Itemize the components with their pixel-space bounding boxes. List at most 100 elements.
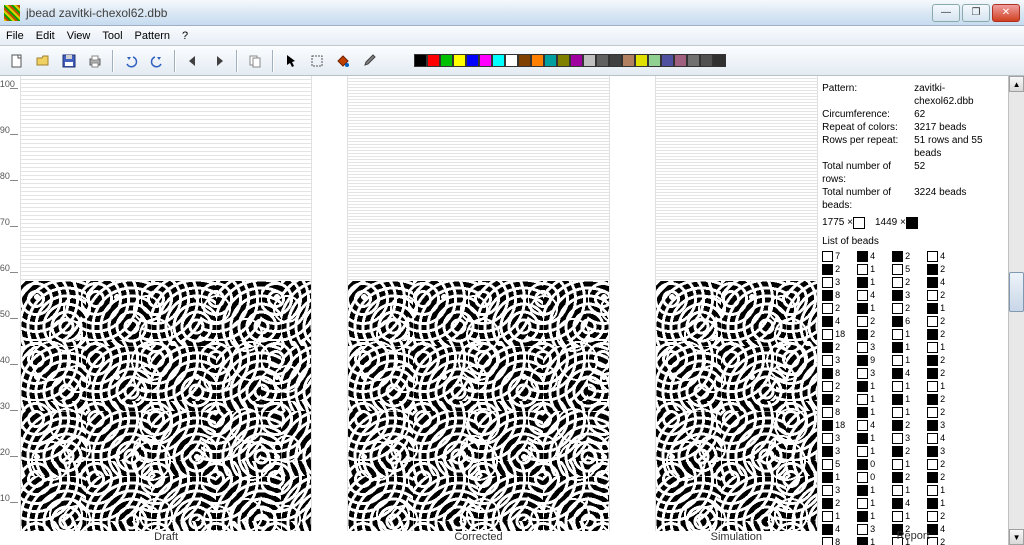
menu-file[interactable]: File — [6, 30, 24, 42]
bead-color-icon — [927, 485, 938, 496]
corrected-canvas[interactable] — [347, 76, 610, 531]
bead-color-icon — [822, 316, 833, 327]
palette-swatch-17[interactable] — [635, 54, 648, 67]
palette-swatch-8[interactable] — [518, 54, 531, 67]
palette-swatch-7[interactable] — [505, 54, 518, 67]
palette-swatch-14[interactable] — [596, 54, 609, 67]
palette-swatch-4[interactable] — [466, 54, 479, 67]
bead-list-header: List of beads — [822, 235, 1004, 248]
next-button[interactable] — [208, 50, 230, 72]
palette-swatch-3[interactable] — [453, 54, 466, 67]
bead-list-item: 2 — [927, 354, 954, 367]
bead-list-item: 4 — [927, 432, 954, 445]
bead-count: 1 — [905, 380, 919, 393]
menu-tool[interactable]: Tool — [102, 30, 122, 42]
bead-color-icon — [892, 433, 903, 444]
bead-color-icon — [822, 420, 833, 431]
palette-swatch-9[interactable] — [531, 54, 544, 67]
bead-count: 4 — [940, 276, 954, 289]
minimize-button[interactable]: — — [932, 4, 960, 22]
print-button[interactable] — [84, 50, 106, 72]
draft-canvas[interactable] — [20, 76, 313, 531]
palette-swatch-19[interactable] — [661, 54, 674, 67]
scroll-down-button[interactable]: ▼ — [1009, 529, 1024, 545]
totbeads-label: Total number of beads: — [822, 186, 914, 212]
color-swatch-icon — [906, 217, 918, 229]
maximize-button[interactable]: ❐ — [962, 4, 990, 22]
bead-list-item: 3 — [927, 419, 954, 432]
bead-color-icon — [857, 511, 868, 522]
bead-color-icon — [892, 355, 903, 366]
menu-edit[interactable]: Edit — [36, 30, 55, 42]
bead-list-item: 3 — [822, 354, 849, 367]
bead-color-icon — [892, 511, 903, 522]
bead-count: 2 — [905, 276, 919, 289]
copy-button[interactable] — [244, 50, 266, 72]
bead-count: 3 — [835, 484, 849, 497]
ruler-mark: 70 — [10, 226, 18, 227]
bead-list-item: 1 — [857, 510, 884, 523]
open-button[interactable] — [32, 50, 54, 72]
prev-button[interactable] — [182, 50, 204, 72]
vertical-scrollbar[interactable]: ▲ ▼ — [1008, 76, 1024, 545]
bead-color-icon — [822, 459, 833, 470]
bead-color-icon — [857, 420, 868, 431]
bead-count: 1 — [905, 484, 919, 497]
palette-swatch-18[interactable] — [648, 54, 661, 67]
menu-view[interactable]: View — [67, 30, 91, 42]
bead-list-item: 1 — [822, 471, 849, 484]
palette-swatch-23[interactable] — [713, 54, 726, 67]
undo-button[interactable] — [120, 50, 142, 72]
ruler-mark: 10 — [10, 502, 18, 503]
bead-color-icon — [927, 394, 938, 405]
bead-color-icon — [857, 290, 868, 301]
palette-swatch-16[interactable] — [622, 54, 635, 67]
bead-color-icon — [927, 511, 938, 522]
scroll-thumb[interactable] — [1009, 272, 1024, 312]
bead-list-item: 2 — [892, 471, 919, 484]
palette-swatch-11[interactable] — [557, 54, 570, 67]
simulation-canvas[interactable] — [655, 76, 819, 531]
bead-count: 2 — [940, 458, 954, 471]
palette-swatch-12[interactable] — [570, 54, 583, 67]
pointer-tool[interactable] — [280, 50, 302, 72]
menu-help[interactable]: ? — [182, 30, 188, 42]
palette-swatch-2[interactable] — [440, 54, 453, 67]
bead-count: 4 — [870, 419, 884, 432]
palette-swatch-0[interactable] — [414, 54, 427, 67]
palette-swatch-6[interactable] — [492, 54, 505, 67]
palette-swatch-13[interactable] — [583, 54, 596, 67]
palette-swatch-10[interactable] — [544, 54, 557, 67]
bead-list-item: 2 — [927, 458, 954, 471]
redo-button[interactable] — [146, 50, 168, 72]
bead-color-icon — [892, 472, 903, 483]
palette-swatch-1[interactable] — [427, 54, 440, 67]
menu-bar: File Edit View Tool Pattern ? — [0, 26, 1024, 46]
eyedropper-tool[interactable] — [358, 50, 380, 72]
report-label: Report — [818, 530, 1008, 545]
menu-pattern[interactable]: Pattern — [135, 30, 170, 42]
bead-list-item: 2 — [927, 510, 954, 523]
title-bar: jbead zavitki-chexol62.dbb — ❐ ✕ — [0, 0, 1024, 26]
palette-swatch-22[interactable] — [700, 54, 713, 67]
palette-swatch-15[interactable] — [609, 54, 622, 67]
palette-swatch-20[interactable] — [674, 54, 687, 67]
palette-swatch-5[interactable] — [479, 54, 492, 67]
bead-count: 2 — [940, 406, 954, 419]
select-tool[interactable] — [306, 50, 328, 72]
fill-tool[interactable] — [332, 50, 354, 72]
bead-list-item: 8 — [822, 289, 849, 302]
bead-list-item: 2 — [822, 341, 849, 354]
bead-color-icon — [822, 342, 833, 353]
bead-count: 1 — [835, 471, 849, 484]
new-button[interactable] — [6, 50, 28, 72]
bead-list-item: 1 — [857, 432, 884, 445]
scroll-up-button[interactable]: ▲ — [1009, 76, 1024, 92]
bead-list-item: 2 — [927, 471, 954, 484]
bead-list-item: 3 — [857, 341, 884, 354]
save-button[interactable] — [58, 50, 80, 72]
bead-list-item: 1 — [892, 354, 919, 367]
palette-swatch-21[interactable] — [687, 54, 700, 67]
bead-count: 3 — [835, 445, 849, 458]
close-button[interactable]: ✕ — [992, 4, 1020, 22]
